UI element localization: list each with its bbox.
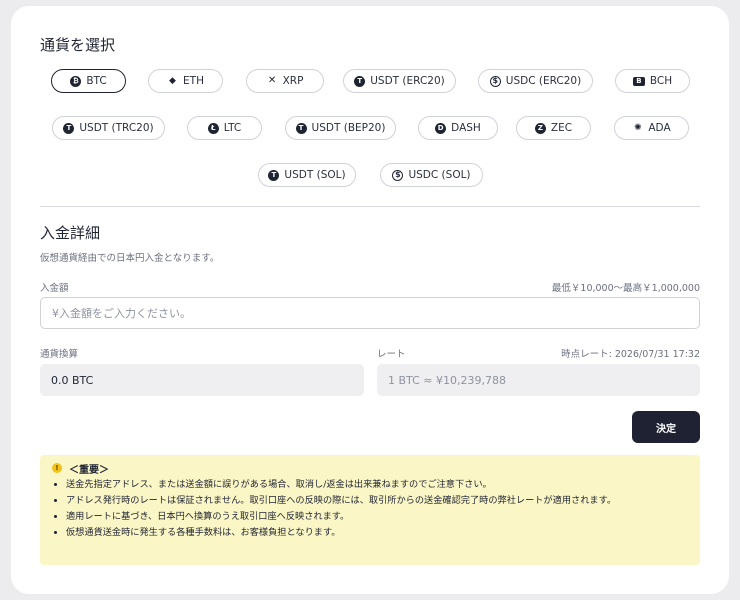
coin-label: ETH: [183, 75, 204, 87]
coin-label: USDT (ERC20): [370, 75, 445, 87]
coin-chip-bch[interactable]: B BCH: [615, 69, 690, 93]
coin-label: ADA: [648, 122, 671, 134]
coin-label: USDC (ERC20): [505, 75, 582, 87]
coin-chip-xrp[interactable]: ✕ XRP: [246, 69, 324, 93]
notice-title: ＜重要＞: [69, 464, 109, 476]
coin-chip-eth[interactable]: ◆ ETH: [148, 69, 223, 93]
coin-label: XRP: [282, 75, 304, 87]
bitcoin-icon: ₿: [70, 75, 82, 87]
deposit-note: 仮想通貨経由での日本円入金となります。: [40, 253, 220, 264]
coin-chip-dash[interactable]: D DASH: [418, 116, 498, 140]
coin-label: USDT (SOL): [284, 169, 346, 181]
tether-icon: T: [63, 122, 75, 134]
xrp-icon: ✕: [267, 75, 277, 86]
conversion-value: 0.0 BTC: [40, 364, 364, 396]
deposit-card: 通貨を選択 ₿ BTC ◆ ETH ✕ XRP T USDT (ERC20) $…: [11, 6, 729, 594]
section-divider: [40, 206, 700, 207]
amount-input[interactable]: [40, 297, 700, 329]
amount-label: 入金額: [40, 283, 69, 294]
ethereum-icon: ◆: [169, 75, 176, 86]
coin-label: DASH: [451, 122, 481, 134]
rate-value: 1 BTC ≈ ¥10,239,788: [377, 364, 700, 396]
coin-chip-usdt-erc20[interactable]: T USDT (ERC20): [343, 69, 456, 93]
deposit-section-title: 入金詳細: [40, 224, 101, 242]
bitcoin-cash-icon: B: [632, 76, 645, 86]
notice-item: 適用レートに基づき、日本円へ換算のうえ取引口座へ反映されます。: [66, 510, 686, 524]
notice-item: 仮想通貨送金時に発生する各種手数料は、お客様負担となります。: [66, 526, 686, 540]
tether-icon: T: [268, 169, 280, 181]
rate-timestamp: 時点レート: 2026/07/31 17:32: [561, 349, 700, 360]
conversion-label: 通貨換算: [40, 349, 79, 360]
coin-chip-usdc-sol[interactable]: $ USDC (SOL): [380, 163, 483, 187]
rate-label: レート: [377, 349, 406, 360]
coin-label: ZEC: [550, 122, 573, 134]
coin-label: USDT (TRC20): [79, 122, 154, 134]
coin-chip-btc[interactable]: ₿ BTC: [51, 69, 126, 93]
coin-chip-ltc[interactable]: Ł LTC: [187, 116, 262, 140]
coin-chip-zec[interactable]: Z ZEC: [516, 116, 591, 140]
coin-chip-usdt-sol[interactable]: T USDT (SOL): [258, 163, 356, 187]
usdc-icon: $: [392, 169, 404, 181]
amount-range: 最低￥10,000〜最高￥1,000,000: [551, 283, 700, 294]
currency-section-title: 通貨を選択: [40, 36, 116, 54]
notice-list: 送金先指定アドレス、または送金額に誤りがある場合、取消し/返金は出来兼ねますので…: [52, 478, 686, 540]
notice-item: アドレス発行時のレートは保証されません。取引口座への反映の際には、取引所からの送…: [66, 494, 686, 508]
usdc-icon: $: [489, 75, 501, 87]
coin-label: USDT (BEP20): [311, 122, 386, 134]
coin-chip-usdt-trc20[interactable]: T USDT (TRC20): [52, 116, 165, 140]
coin-chip-ada[interactable]: ✺ ADA: [614, 116, 689, 140]
important-notice: ! ＜重要＞ 送金先指定アドレス、または送金額に誤りがある場合、取消し/返金は出…: [40, 455, 700, 565]
coin-label: LTC: [223, 122, 242, 134]
zcash-icon: Z: [534, 122, 546, 134]
litecoin-icon: Ł: [207, 122, 219, 134]
coin-chip-usdc-erc20[interactable]: $ USDC (ERC20): [478, 69, 593, 93]
warning-icon: !: [52, 463, 62, 473]
dash-icon: D: [435, 122, 447, 134]
coin-label: USDC (SOL): [408, 169, 471, 181]
cardano-icon: ✺: [634, 122, 642, 133]
tether-icon: T: [295, 122, 307, 134]
coin-label: BCH: [649, 75, 673, 87]
coin-chip-usdt-bep20[interactable]: T USDT (BEP20): [285, 116, 396, 140]
notice-header: ! ＜重要＞: [52, 461, 686, 476]
notice-item: 送金先指定アドレス、または送金額に誤りがある場合、取消し/返金は出来兼ねますので…: [66, 478, 686, 492]
submit-button[interactable]: 決定: [632, 411, 700, 443]
coin-label: BTC: [86, 75, 107, 87]
tether-icon: T: [354, 75, 366, 87]
